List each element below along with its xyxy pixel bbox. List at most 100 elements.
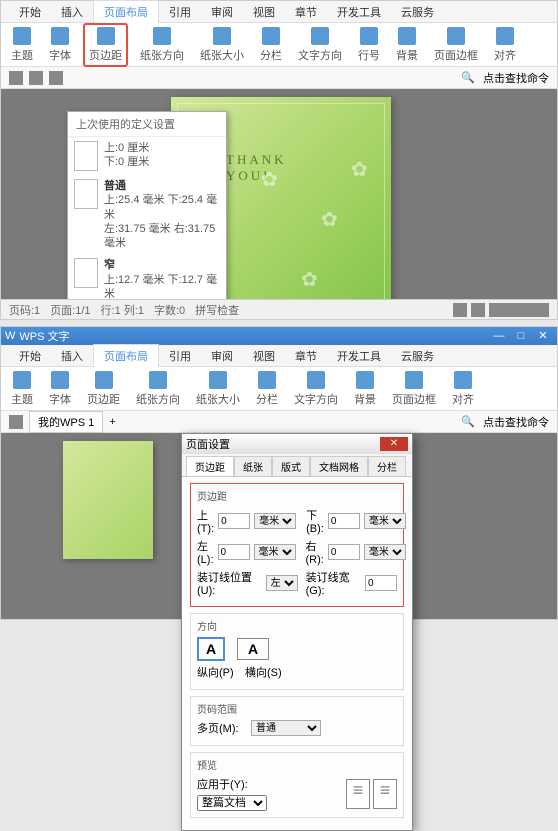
theme2-button[interactable]: 主题 — [7, 369, 37, 409]
columns2-button[interactable]: 分栏 — [252, 369, 282, 409]
theme-button[interactable]: 主题 — [7, 25, 37, 65]
ribbon-2: 主题 字体 页边距 纸张方向 纸张大小 分栏 文字方向 背景 页面边框 对齐 — [1, 367, 557, 411]
pages-group: 页码范围 多页(M): 普通 — [190, 696, 404, 746]
margins-button[interactable]: 页边距 — [83, 23, 128, 67]
dialog-titlebar[interactable]: 页面设置 ✕ — [182, 434, 412, 454]
border-button[interactable]: 页面边框 — [430, 25, 482, 65]
tab-pagelayout[interactable]: 页面布局 — [93, 0, 159, 23]
preview-page-icon — [346, 779, 370, 809]
orientation-group: 方向 A A 纵向(P) 横向(S) — [190, 613, 404, 690]
status-mode: 拼写检查 — [195, 302, 239, 318]
margins-group: 页边距 上(T): 毫米 下(B): 毫米 左(L): 毫米 右(R): 毫米 — [190, 483, 404, 607]
add-tab-icon[interactable]: + — [109, 416, 115, 428]
orient2-button[interactable]: 纸张方向 — [132, 369, 184, 409]
search2-icon[interactable]: 🔍 — [461, 415, 475, 428]
margins2-button[interactable]: 页边距 — [83, 369, 124, 409]
dlgtab-paper[interactable]: 纸张 — [234, 456, 272, 476]
textdir-button[interactable]: 文字方向 — [294, 25, 346, 65]
margin-right-input[interactable] — [328, 544, 360, 560]
tab-section[interactable]: 章节 — [285, 1, 327, 23]
status-words: 字数:0 — [154, 302, 185, 318]
tab2-section[interactable]: 章节 — [285, 345, 327, 367]
dialog-tabs: 页边距 纸张 版式 文档网格 分栏 — [182, 454, 412, 477]
align2-button[interactable]: 对齐 — [448, 369, 478, 409]
minimize-button[interactable]: — — [489, 329, 509, 343]
margin-left-input[interactable] — [218, 544, 250, 560]
tab2-pagelayout[interactable]: 页面布局 — [93, 344, 159, 367]
linenum-button[interactable]: 行号 — [354, 25, 384, 65]
margins-label: 页边距 — [197, 488, 397, 503]
maximize-button[interactable]: □ — [511, 329, 531, 343]
save-icon[interactable] — [9, 71, 23, 85]
search-icon[interactable]: 🔍 — [461, 71, 475, 84]
dlgtab-margins[interactable]: 页边距 — [186, 456, 234, 476]
margin-preset-normal[interactable]: 普通上:25.4 毫米 下:25.4 毫米左:31.75 毫米 右:31.75 … — [68, 175, 226, 254]
margin-top-input[interactable] — [218, 513, 250, 529]
tab2-insert[interactable]: 插入 — [51, 345, 93, 367]
columns-button[interactable]: 分栏 — [256, 25, 286, 65]
status-page: 页码:1 — [9, 302, 40, 318]
margin-top-unit[interactable]: 毫米 — [254, 513, 296, 529]
preview-page-icon — [373, 779, 397, 809]
font-button[interactable]: 字体 — [45, 25, 75, 65]
tab-home[interactable]: 开始 — [9, 1, 51, 23]
titlebar: W WPS 文字 — □ ✕ — [1, 327, 557, 345]
margin-preset-narrow[interactable]: 窄上:12.7 毫米 下:12.7 毫米左:12.7 毫米 右:12.7 毫米 — [68, 254, 226, 299]
dialog-close-button[interactable]: ✕ — [380, 437, 408, 451]
tab-dev[interactable]: 开发工具 — [327, 1, 391, 23]
save2-icon[interactable] — [9, 415, 23, 429]
bg2-button[interactable]: 背景 — [350, 369, 380, 409]
tab2-cloud[interactable]: 云服务 — [391, 345, 444, 367]
view-print-icon[interactable] — [453, 303, 467, 317]
border2-button[interactable]: 页面边框 — [388, 369, 440, 409]
tab2-ref[interactable]: 引用 — [159, 345, 201, 367]
tab-review[interactable]: 审阅 — [201, 1, 243, 23]
margin-left-unit[interactable]: 毫米 — [254, 544, 296, 560]
font2-button[interactable]: 字体 — [45, 369, 75, 409]
tab2-home[interactable]: 开始 — [9, 345, 51, 367]
redo-icon[interactable] — [49, 71, 63, 85]
ribbon-tabs: 开始 插入 页面布局 引用 审阅 视图 章节 开发工具 云服务 — [1, 1, 557, 23]
dlgtab-columns[interactable]: 分栏 — [368, 456, 406, 476]
margin-preset-last[interactable]: 上:0 厘米下:0 厘米 — [68, 137, 226, 175]
dropdown-header: 上次使用的定义设置 — [68, 112, 226, 137]
gutter-pos-select[interactable]: 左 — [266, 575, 298, 591]
view-web-icon[interactable] — [471, 303, 485, 317]
orientation-button[interactable]: 纸张方向 — [136, 25, 188, 65]
tab2-dev[interactable]: 开发工具 — [327, 345, 391, 367]
align-button[interactable]: 对齐 — [490, 25, 520, 65]
toolbar: 🔍 点击查找命令 — [1, 67, 557, 89]
dialog-title: 页面设置 — [186, 436, 230, 452]
margins-dropdown: 上次使用的定义设置 上:0 厘米下:0 厘米 普通上:25.4 毫米 下:25.… — [67, 111, 227, 299]
bg-button[interactable]: 背景 — [392, 25, 422, 65]
gutter-width-input[interactable] — [365, 575, 397, 591]
doc-tab[interactable]: 我的WPS 1 — [29, 411, 103, 433]
preview-group: 预览 应用于(Y): 整篇文档 — [190, 752, 404, 818]
search-hint[interactable]: 点击查找命令 — [483, 70, 549, 86]
tab2-view[interactable]: 视图 — [243, 345, 285, 367]
multipage-select[interactable]: 普通 — [251, 720, 321, 736]
toolbar-2: 我的WPS 1 + 🔍点击查找命令 — [1, 411, 557, 433]
dlgtab-grid[interactable]: 文档网格 — [310, 456, 368, 476]
zoom-slider[interactable] — [489, 303, 549, 317]
tab2-review[interactable]: 审阅 — [201, 345, 243, 367]
margin-right-unit[interactable]: 毫米 — [364, 544, 406, 560]
tab-view[interactable]: 视图 — [243, 1, 285, 23]
size2-button[interactable]: 纸张大小 — [192, 369, 244, 409]
margin-bottom-input[interactable] — [328, 513, 360, 529]
portrait-button[interactable]: A — [197, 637, 225, 661]
apply-to-select[interactable]: 整篇文档 — [197, 795, 267, 811]
app-logo: W — [5, 330, 15, 342]
tab-cloud[interactable]: 云服务 — [391, 1, 444, 23]
document-page-2[interactable] — [63, 441, 153, 559]
close-button[interactable]: ✕ — [533, 329, 553, 343]
statusbar: 页码:1 页面:1/1 行:1 列:1 字数:0 拼写检查 — [1, 299, 557, 319]
tab-ref[interactable]: 引用 — [159, 1, 201, 23]
size-button[interactable]: 纸张大小 — [196, 25, 248, 65]
landscape-button[interactable]: A — [237, 638, 269, 660]
dlgtab-layout[interactable]: 版式 — [272, 456, 310, 476]
textdir2-button[interactable]: 文字方向 — [290, 369, 342, 409]
margin-bottom-unit[interactable]: 毫米 — [364, 513, 406, 529]
undo-icon[interactable] — [29, 71, 43, 85]
tab-insert[interactable]: 插入 — [51, 1, 93, 23]
